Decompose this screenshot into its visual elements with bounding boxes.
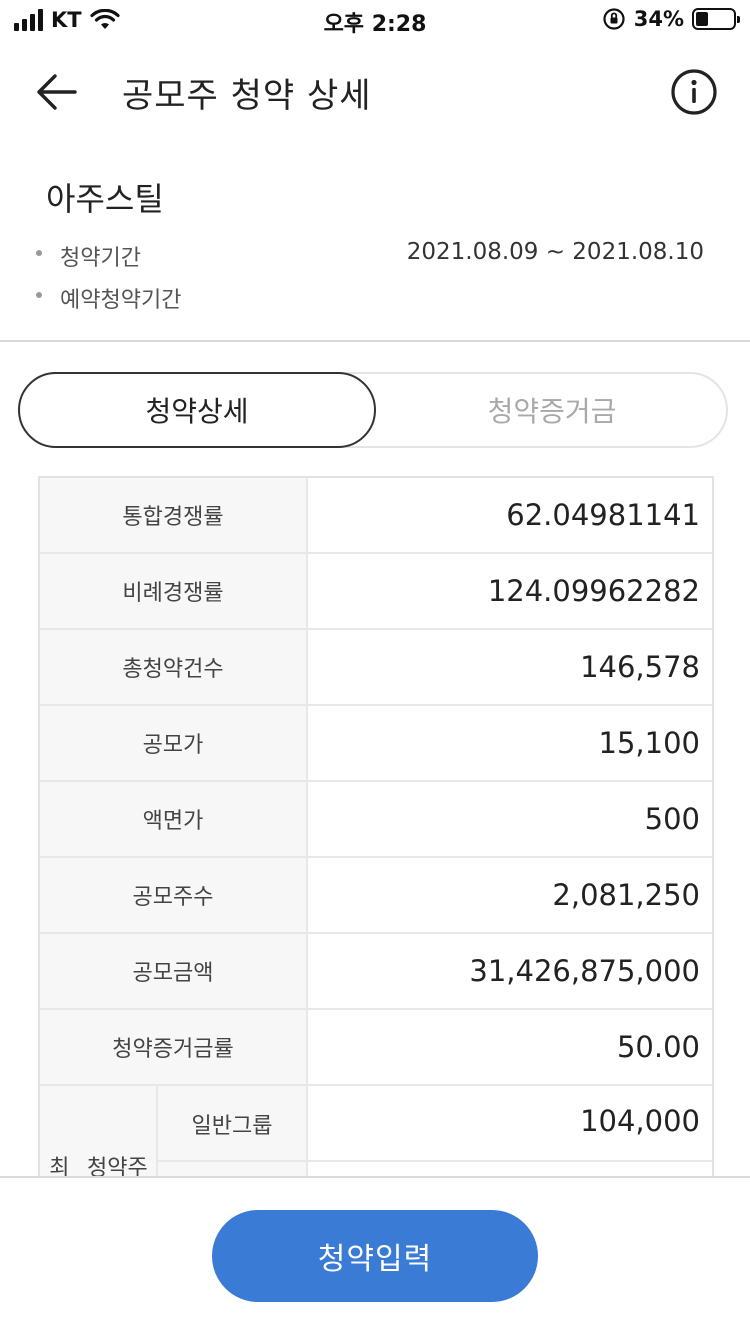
max-shares-label: 최대 청약주수: [40, 1086, 158, 1176]
row-value: 2,081,250: [552, 878, 700, 912]
max-shares-groups: 일반그룹 104,000: [158, 1086, 712, 1176]
bottom-action-bar: 청약입력: [0, 1176, 750, 1334]
company-name: 아주스틸: [46, 180, 164, 218]
table-row: 통합경쟁률 62.04981141: [40, 478, 712, 554]
group-label: 일반그룹: [158, 1086, 308, 1160]
table-row: 액면가 500: [40, 782, 712, 858]
table-row: 비례경쟁률 124.09962282: [40, 554, 712, 630]
page-title: 공모주 청약 상세: [122, 76, 372, 116]
bullet-icon: [36, 292, 42, 298]
row-value: 50.00: [616, 1030, 700, 1064]
info-label: 청약기간: [60, 246, 141, 271]
max-shares-label-line2: 청약주수: [86, 1156, 148, 1176]
table-row: 공모금액 31,426,875,000: [40, 934, 712, 1010]
pre-subscription-period-row: 예약청약기간: [36, 278, 716, 320]
group-value: [308, 1162, 712, 1176]
row-label: 비례경쟁률: [40, 554, 308, 628]
orientation-lock-icon: [603, 8, 625, 30]
info-value: 2021.08.09 ~ 2021.08.10: [406, 239, 704, 265]
table-row: 일반그룹 104,000: [158, 1086, 712, 1162]
tab-subscription-detail[interactable]: 청약상세: [18, 372, 376, 448]
row-value: 62.04981141: [506, 498, 700, 532]
table-row: 총청약건수 146,578: [40, 630, 712, 706]
group-label: [158, 1162, 308, 1176]
row-label: 공모주수: [40, 858, 308, 932]
status-bar: KT 오후 2:28 34%: [0, 0, 750, 44]
max-shares-section: 최대 청약주수 일반그룹 104,000: [40, 1086, 712, 1176]
subscription-period-list: 청약기간 2021.08.09 ~ 2021.08.10 예약청약기간: [36, 236, 716, 320]
row-label: 액면가: [40, 782, 308, 856]
info-label: 예약청약기간: [60, 288, 182, 313]
back-button[interactable]: [28, 64, 84, 120]
row-value: 15,100: [598, 726, 700, 760]
submit-subscription-button[interactable]: 청약입력: [212, 1210, 538, 1302]
arrow-left-icon: [37, 74, 77, 110]
row-label: 통합경쟁률: [40, 478, 308, 552]
detail-table: 통합경쟁률 62.04981141 비례경쟁률 124.09962282 총청약…: [38, 476, 714, 1176]
table-row: 공모주수 2,081,250: [40, 858, 712, 934]
info-icon: [671, 69, 717, 115]
group-value: 104,000: [580, 1104, 700, 1138]
detail-tabs: 청약상세 청약증거금: [18, 372, 728, 448]
row-label: 청약증거금률: [40, 1010, 308, 1084]
table-row: [158, 1162, 712, 1176]
row-label: 총청약건수: [40, 630, 308, 704]
battery-icon: [692, 8, 740, 30]
tab-subscription-deposit[interactable]: 청약증거금: [376, 372, 728, 448]
bullet-icon: [36, 250, 42, 256]
status-right: 34%: [602, 7, 740, 31]
table-row: 공모가 15,100: [40, 706, 712, 782]
info-button[interactable]: [668, 66, 720, 118]
app-header: 공모주 청약 상세: [0, 50, 750, 130]
section-divider: [0, 340, 750, 342]
row-value: 124.09962282: [487, 574, 700, 608]
row-label: 공모가: [40, 706, 308, 780]
row-label: 공모금액: [40, 934, 308, 1008]
row-value: 500: [644, 802, 700, 836]
row-value: 31,426,875,000: [469, 954, 700, 988]
row-value: 146,578: [580, 650, 700, 684]
subscription-period-row: 청약기간 2021.08.09 ~ 2021.08.10: [36, 236, 716, 278]
table-row: 청약증거금률 50.00: [40, 1010, 712, 1086]
max-shares-label-line1: 최대: [49, 1156, 70, 1176]
battery-percent: 34%: [633, 7, 684, 31]
